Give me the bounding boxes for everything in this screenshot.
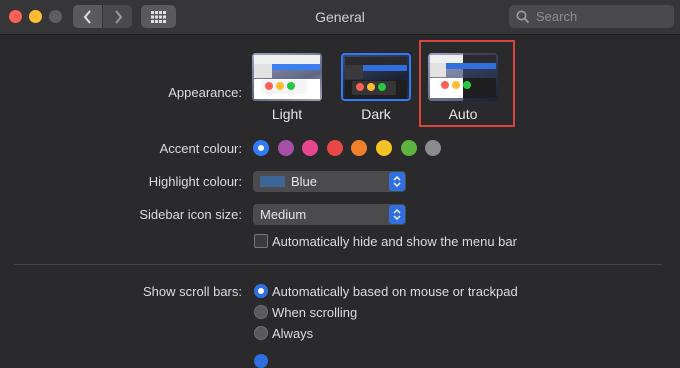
sidebar-icon-size-value: Medium	[260, 207, 307, 222]
appearance-dark-thumbnail[interactable]	[341, 53, 411, 101]
selected-dot	[258, 145, 264, 151]
accent-swatch[interactable]	[277, 140, 294, 156]
highlight-value: Blue	[291, 174, 318, 189]
show-scroll-bars-label: Show scroll bars:	[143, 284, 242, 299]
highlight-colour-popup[interactable]: Blue	[253, 171, 406, 192]
highlight-colour-label: Highlight colour:	[148, 174, 242, 189]
search-input[interactable]	[534, 8, 668, 25]
sidebar-icon-size-label: Sidebar icon size:	[139, 207, 242, 222]
annotation-highlight-box	[419, 40, 515, 127]
sidebar-icon-size-popup[interactable]: Medium	[253, 204, 406, 225]
scroll-when-scrolling-label[interactable]: When scrolling	[272, 305, 357, 320]
scroll-auto-radio[interactable]	[254, 284, 268, 298]
appearance-label: Appearance:	[168, 85, 242, 100]
next-row-radio[interactable]	[254, 354, 268, 368]
highlight-swatch	[260, 176, 285, 187]
appearance-light-thumbnail[interactable]	[252, 53, 322, 101]
scroll-when-scrolling-radio[interactable]	[254, 305, 268, 319]
updown-arrows-icon	[389, 205, 405, 224]
menubar-autohide-label[interactable]: Automatically hide and show the menu bar	[272, 234, 517, 249]
title-bar: General	[0, 0, 680, 35]
accent-swatch[interactable]	[302, 140, 319, 156]
search-icon	[516, 10, 530, 23]
scroll-always-label[interactable]: Always	[272, 326, 313, 341]
appearance-light-label[interactable]: Light	[247, 106, 327, 122]
section-divider	[14, 264, 662, 265]
search-field[interactable]	[509, 5, 674, 28]
accent-swatch[interactable]	[425, 140, 442, 156]
accent-swatch[interactable]	[400, 140, 417, 156]
scroll-auto-label[interactable]: Automatically based on mouse or trackpad	[272, 284, 518, 299]
accent-swatch[interactable]	[326, 140, 343, 156]
scroll-always-radio[interactable]	[254, 326, 268, 340]
accent-swatch[interactable]	[253, 140, 269, 156]
appearance-dark-label[interactable]: Dark	[336, 106, 416, 122]
accent-swatch[interactable]	[376, 140, 392, 156]
accent-swatch[interactable]	[351, 140, 368, 156]
updown-arrows-icon	[389, 172, 405, 191]
menubar-autohide-checkbox[interactable]	[254, 234, 268, 248]
accent-colour-label: Accent colour:	[159, 141, 242, 156]
